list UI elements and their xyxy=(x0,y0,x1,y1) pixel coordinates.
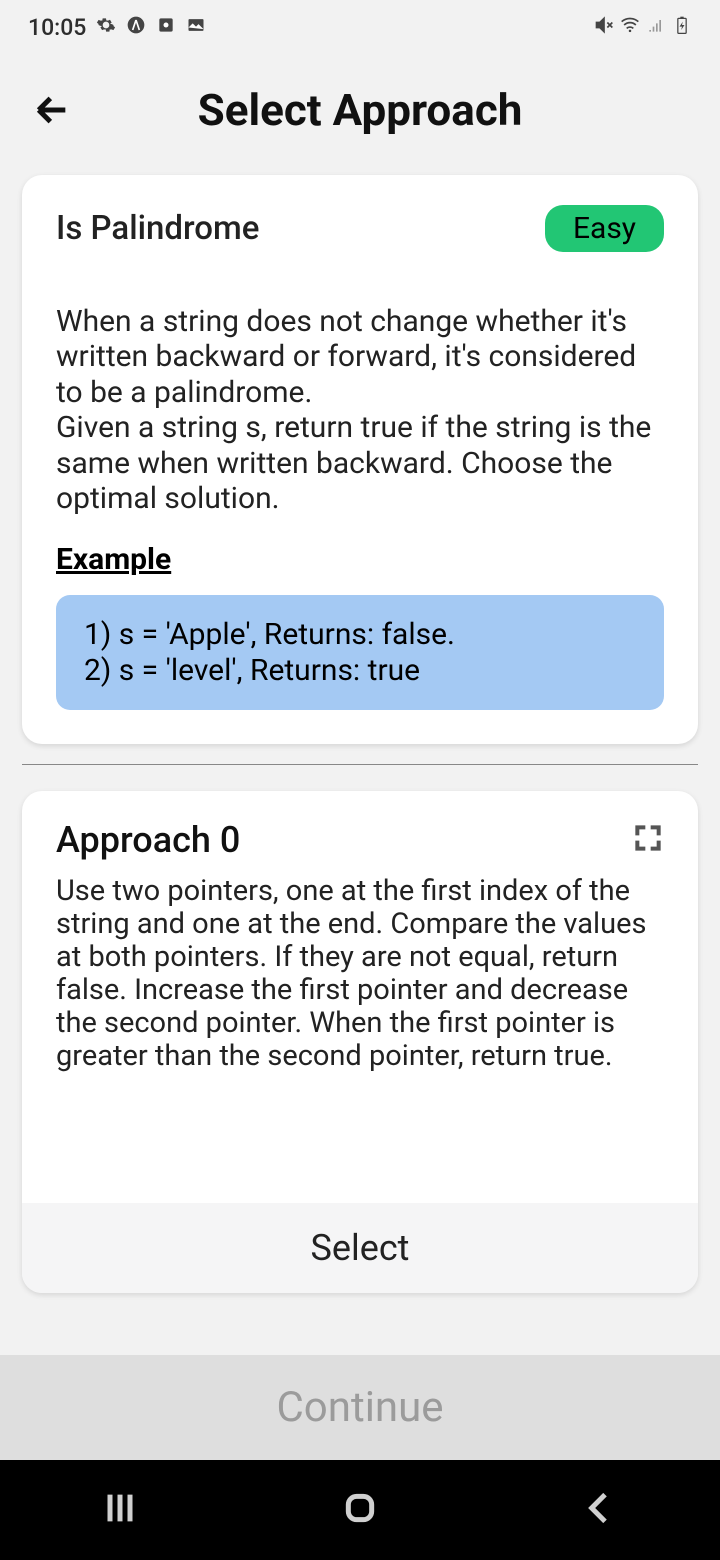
back-button[interactable] xyxy=(30,88,74,132)
battery-icon xyxy=(672,14,692,41)
signal-icon xyxy=(646,14,666,41)
select-button[interactable]: Select xyxy=(22,1203,698,1293)
difficulty-badge: Easy xyxy=(545,205,664,252)
wifi-icon xyxy=(620,14,640,41)
approach-card: Approach 0 Use two pointers, one at the … xyxy=(22,791,698,1293)
status-bar: 10:05 xyxy=(0,0,720,55)
home-button[interactable] xyxy=(340,1488,380,1532)
status-time: 10:05 xyxy=(28,14,86,41)
example-heading: Example xyxy=(56,542,664,577)
recents-button[interactable] xyxy=(100,1488,140,1532)
problem-card: Is Palindrome Easy When a string does no… xyxy=(22,175,698,744)
continue-button[interactable]: Continue xyxy=(0,1355,720,1460)
app-icon-2 xyxy=(156,14,176,41)
page-title: Select Approach xyxy=(0,84,720,136)
example-box: 1) s = 'Apple', Returns: false. 2) s = '… xyxy=(56,595,664,710)
approach-description: Use two pointers, one at the first index… xyxy=(22,869,698,1203)
back-system-button[interactable] xyxy=(580,1488,620,1532)
image-icon xyxy=(186,14,206,41)
divider xyxy=(22,764,698,765)
mute-icon xyxy=(594,14,614,41)
app-header: Select Approach xyxy=(0,55,720,165)
system-navbar xyxy=(0,1460,720,1560)
problem-title: Is Palindrome xyxy=(56,209,259,248)
settings-icon xyxy=(96,14,116,41)
problem-description: When a string does not change whether it… xyxy=(56,304,664,516)
approach-title: Approach 0 xyxy=(56,819,240,861)
app-icon-1 xyxy=(126,14,146,41)
expand-icon[interactable] xyxy=(632,822,664,858)
